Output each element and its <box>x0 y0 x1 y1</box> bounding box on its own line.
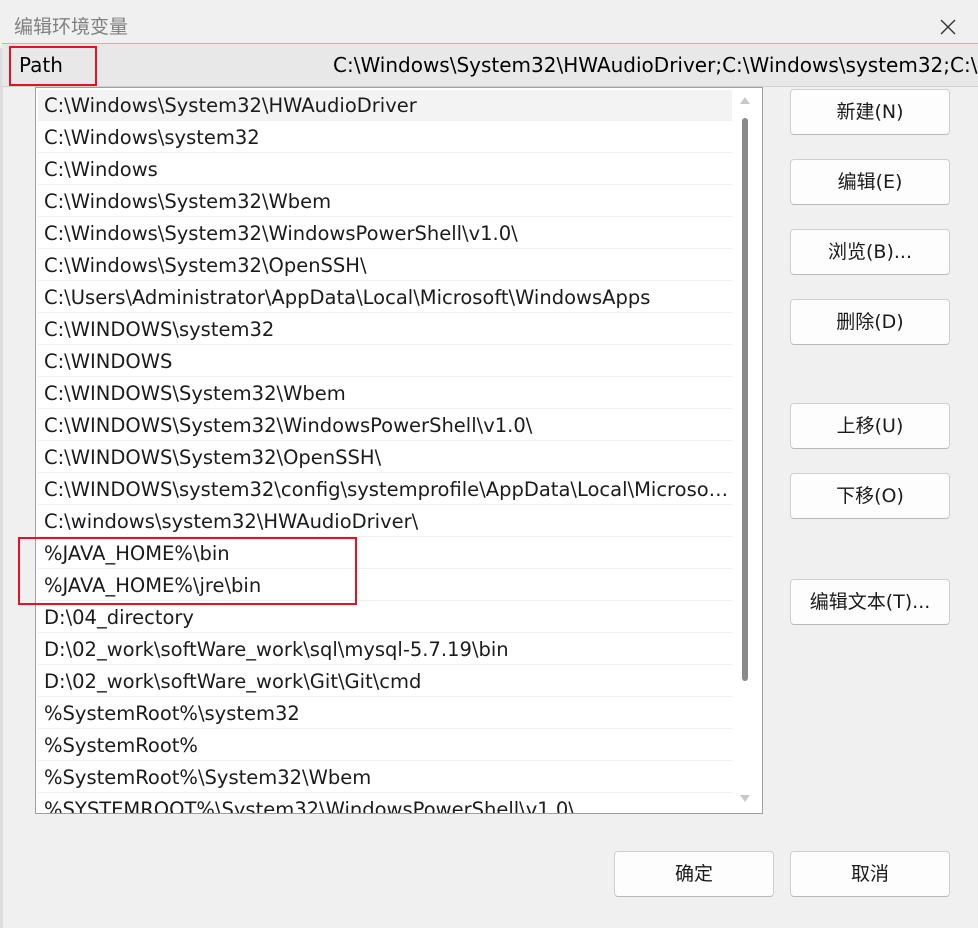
scroll-up-button[interactable] <box>735 93 755 107</box>
list-item[interactable]: C:\WINDOWS\System32\WindowsPowerShell\v1… <box>38 410 732 441</box>
list-item[interactable]: %SystemRoot%\system32 <box>38 698 732 729</box>
list-item[interactable]: D:\02_work\softWare_work\Git\Git\cmd <box>38 666 732 697</box>
list-item[interactable]: C:\WINDOWS <box>38 346 732 377</box>
list-item[interactable]: %SystemRoot%\System32\Wbem <box>38 762 732 793</box>
list-item[interactable]: C:\Users\Administrator\AppData\Local\Mic… <box>38 282 732 313</box>
list-item[interactable]: C:\WINDOWS\system32 <box>38 314 732 345</box>
list-item[interactable]: C:\windows\system32\HWAudioDriver\ <box>38 506 732 537</box>
list-item[interactable]: D:\04_directory <box>38 602 732 633</box>
list-item[interactable]: C:\Windows <box>38 154 732 185</box>
annotation-highlight-java-entries <box>18 537 357 605</box>
variable-value: C:\Windows\System32\HWAudioDriver;C:\Win… <box>333 53 978 77</box>
window-title: 编辑环境变量 <box>14 16 129 38</box>
list-item[interactable]: D:\02_work\softWare_work\sql\mysql-5.7.1… <box>38 634 732 665</box>
list-item[interactable]: C:\WINDOWS\System32\Wbem <box>38 378 732 409</box>
triangle-up-icon <box>740 96 750 104</box>
list-item[interactable]: C:\Windows\System32\WindowsPowerShell\v1… <box>38 218 732 249</box>
move-up-button[interactable]: 上移(U) <box>790 403 950 449</box>
browse-button[interactable]: 浏览(B)... <box>790 229 950 275</box>
list-item[interactable]: C:\WINDOWS\System32\OpenSSH\ <box>38 442 732 473</box>
path-entry-list[interactable]: C:\Windows\System32\HWAudioDriver C:\Wind… <box>35 87 763 814</box>
list-item[interactable]: C:\Windows\System32\HWAudioDriver <box>38 90 732 121</box>
new-button[interactable]: 新建(N) <box>790 89 950 135</box>
triangle-down-icon <box>740 794 750 802</box>
title-bar: 编辑环境变量 <box>0 0 978 48</box>
scroll-down-button[interactable] <box>735 791 755 805</box>
list-item[interactable]: %SYSTEMROOT%\System32\WindowsPowerShell\… <box>38 794 732 813</box>
annotation-highlight-variable-name <box>9 46 97 86</box>
delete-button[interactable]: 删除(D) <box>790 299 950 345</box>
scroll-thumb[interactable] <box>742 118 748 681</box>
ok-button[interactable]: 确定 <box>614 851 774 897</box>
list-scrollbar[interactable] <box>732 89 758 812</box>
background-window-edge <box>0 48 3 928</box>
list-item[interactable]: C:\Windows\System32\OpenSSH\ <box>38 250 732 281</box>
edit-button[interactable]: 编辑(E) <box>790 159 950 205</box>
close-icon <box>940 19 956 35</box>
close-button[interactable] <box>926 8 970 46</box>
list-item[interactable]: C:\WINDOWS\system32\config\systemprofile… <box>38 474 732 505</box>
list-item[interactable]: %SystemRoot% <box>38 730 732 761</box>
variable-header: Path C:\Windows\System32\HWAudioDriver;C… <box>2 43 978 87</box>
list-item[interactable]: C:\Windows\System32\Wbem <box>38 186 732 217</box>
cancel-button[interactable]: 取消 <box>790 851 950 897</box>
list-item[interactable]: C:\Windows\system32 <box>38 122 732 153</box>
edit-text-button[interactable]: 编辑文本(T)... <box>790 579 950 625</box>
move-down-button[interactable]: 下移(O) <box>790 473 950 519</box>
